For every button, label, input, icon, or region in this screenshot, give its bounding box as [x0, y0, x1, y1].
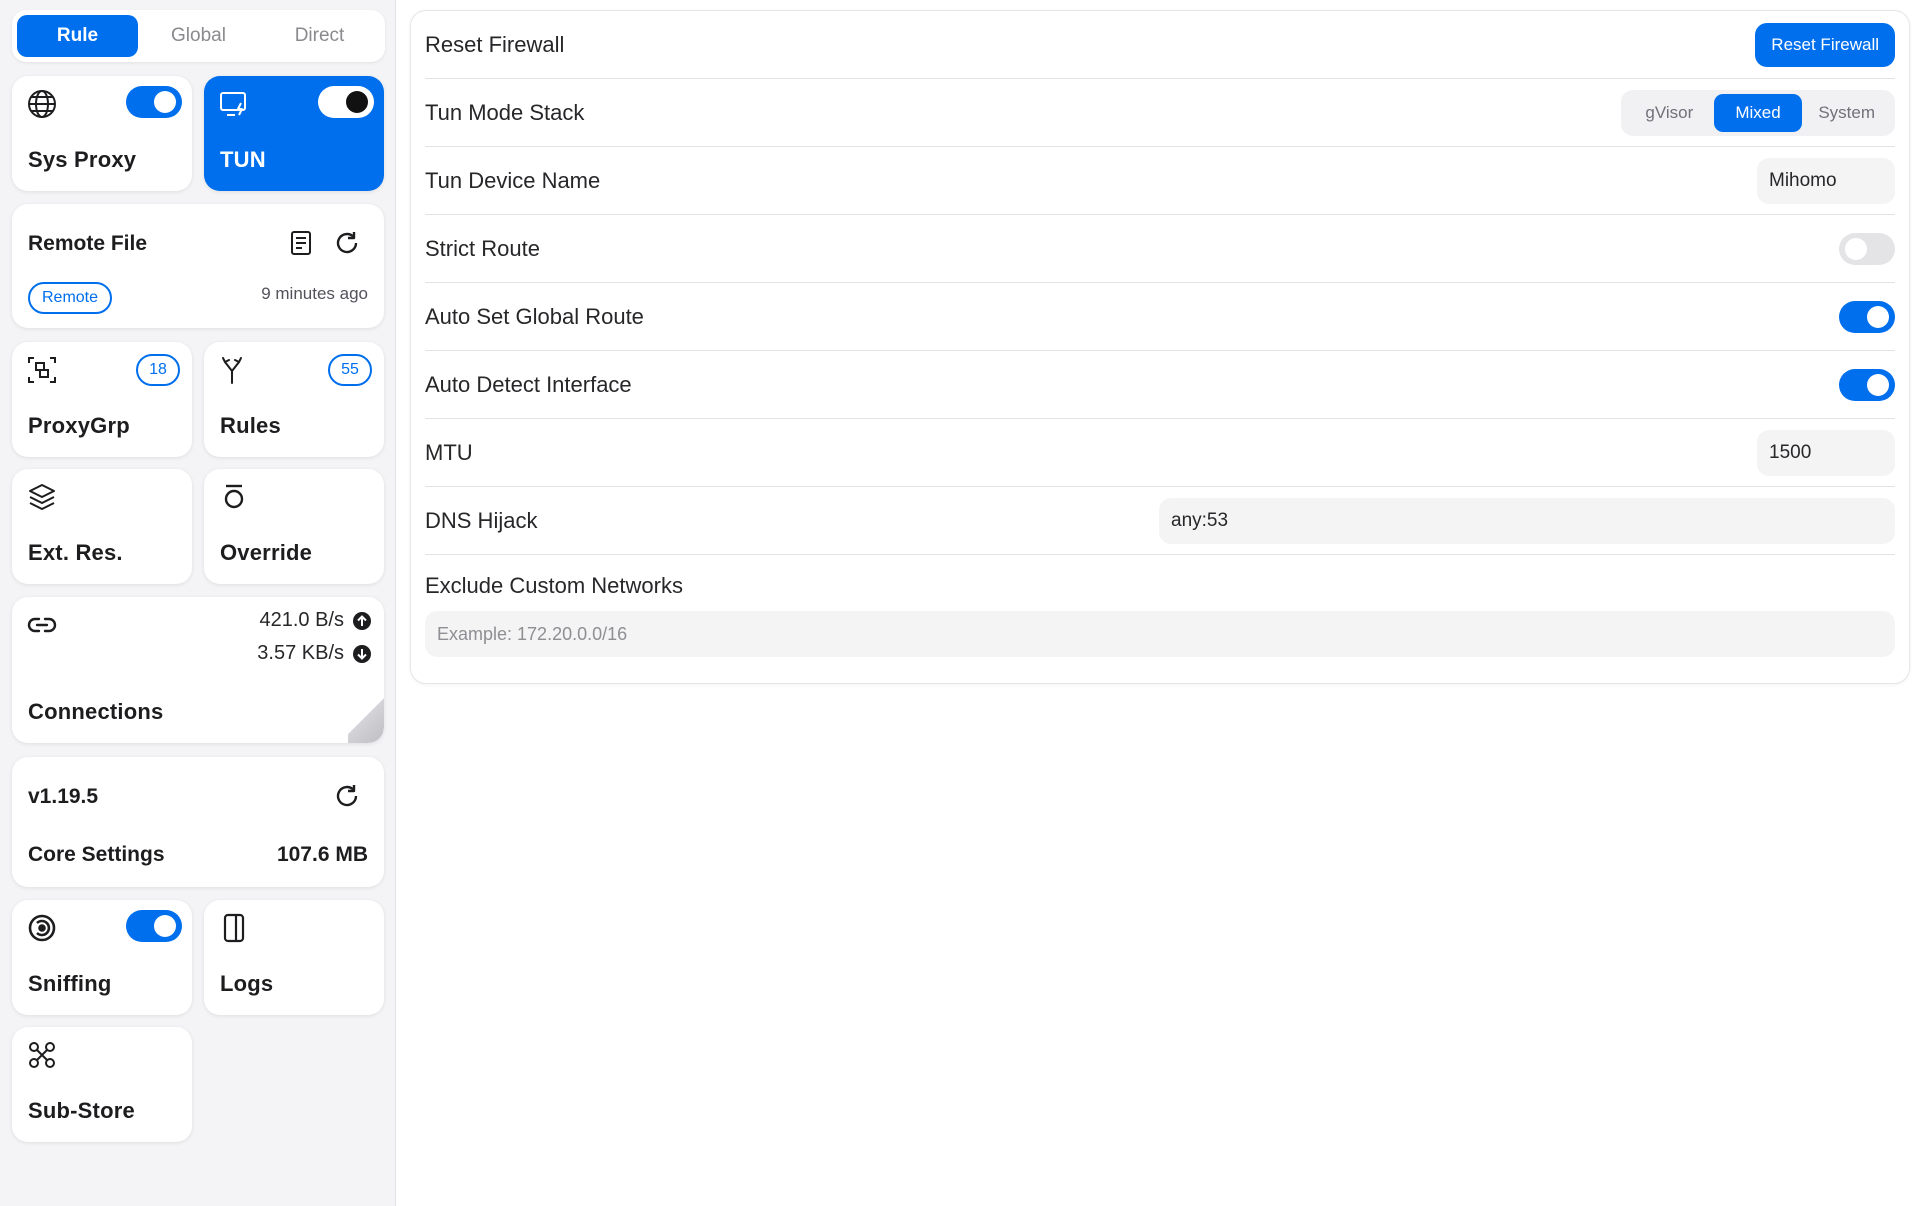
sniffing-title: Sniffing	[28, 971, 112, 996]
logs-title: Logs	[220, 971, 274, 996]
connections-title: Connections	[28, 699, 164, 724]
remote-chip: Remote	[28, 282, 113, 314]
upload-rate-value: 421.0 B/s	[259, 609, 344, 631]
mtu-label: MTU	[425, 439, 473, 465]
auto-detect-label: Auto Detect Interface	[425, 371, 632, 397]
dns-hijack-input[interactable]	[1159, 497, 1895, 544]
device-name-input[interactable]	[1757, 157, 1895, 204]
refresh-icon[interactable]	[332, 781, 362, 811]
panel-icon	[218, 912, 250, 944]
exclude-networks-input[interactable]	[425, 611, 1895, 657]
core-version: v1.19.5	[28, 785, 99, 808]
upload-arrow-icon	[352, 611, 372, 631]
tun-stack-selector: gVisor Mixed System	[1621, 89, 1895, 136]
dns-hijack-label: DNS Hijack	[425, 507, 538, 533]
setting-auto-route: Auto Set Global Route	[425, 283, 1895, 351]
monitor-lightning-icon	[218, 88, 250, 120]
refresh-icon[interactable]	[332, 228, 362, 258]
setting-mtu: MTU	[425, 419, 1895, 487]
document-icon[interactable]	[286, 228, 316, 258]
proxy-group-count: 18	[136, 354, 180, 386]
core-settings-title: Core Settings	[28, 843, 165, 866]
tab-global[interactable]: Global	[138, 15, 259, 57]
core-memory: 107.6 MB	[276, 843, 368, 866]
logs-card[interactable]: Logs	[204, 900, 384, 1015]
sys-proxy-toggle[interactable]	[126, 86, 182, 118]
external-resources-card[interactable]: Ext. Res.	[12, 469, 192, 584]
sys-proxy-title: Sys Proxy	[28, 147, 137, 172]
sidebar: Rule Global Direct Sys Proxy TUN Remote …	[0, 0, 396, 1206]
setting-auto-detect: Auto Detect Interface	[425, 351, 1895, 419]
core-settings-card[interactable]: v1.19.5 Core Settings 107.6 MB	[12, 757, 384, 887]
sys-proxy-card[interactable]: Sys Proxy	[12, 76, 192, 191]
layers-icon	[26, 481, 58, 513]
card-corner-fold	[348, 691, 384, 743]
mtu-input[interactable]	[1757, 429, 1895, 476]
proxy-mode-tabs: Rule Global Direct	[12, 10, 385, 62]
sub-store-title: Sub-Store	[28, 1098, 135, 1123]
rules-title: Rules	[220, 413, 281, 438]
stack-option-gvisor[interactable]: gVisor	[1625, 94, 1714, 132]
override-title: Override	[220, 540, 313, 565]
globe-icon	[26, 88, 58, 120]
remote-file-title: Remote File	[28, 232, 148, 255]
setting-reset-firewall: Reset Firewall Reset Firewall	[425, 11, 1895, 79]
rules-count: 55	[328, 354, 372, 386]
rules-card[interactable]: 55 Rules	[204, 342, 384, 457]
tun-card[interactable]: TUN	[204, 76, 384, 191]
connections-card[interactable]: 421.0 B/s 3.57 KB/s Connections	[12, 597, 384, 743]
reset-firewall-label: Reset Firewall	[425, 31, 565, 57]
sniffing-toggle[interactable]	[126, 910, 182, 942]
exclude-networks-label: Exclude Custom Networks	[425, 573, 683, 598]
branch-icon	[218, 354, 250, 386]
tab-direct[interactable]: Direct	[259, 15, 380, 57]
tun-settings-panel: Reset Firewall Reset Firewall Tun Mode S…	[410, 10, 1910, 684]
external-resources-title: Ext. Res.	[28, 540, 123, 565]
strict-route-label: Strict Route	[425, 235, 540, 261]
proxy-group-card[interactable]: 18 ProxyGrp	[12, 342, 192, 457]
setting-dns-hijack: DNS Hijack	[425, 487, 1895, 555]
tab-rule[interactable]: Rule	[17, 15, 138, 57]
sniffing-card[interactable]: Sniffing	[12, 900, 192, 1015]
upload-rate: 421.0 B/s	[259, 609, 372, 632]
setting-strict-route: Strict Route	[425, 215, 1895, 283]
auto-route-label: Auto Set Global Route	[425, 303, 644, 329]
tun-stack-label: Tun Mode Stack	[425, 99, 585, 125]
override-icon	[218, 481, 250, 513]
stack-option-system[interactable]: System	[1802, 94, 1891, 132]
stack-option-mixed[interactable]: Mixed	[1713, 93, 1803, 132]
download-rate-value: 3.57 KB/s	[257, 642, 344, 664]
strict-route-toggle[interactable]	[1839, 232, 1895, 265]
download-arrow-icon	[352, 644, 372, 664]
remote-file-updated: 9 minutes ago	[261, 284, 368, 303]
remote-file-card[interactable]: Remote File Remote 9 minutes ago	[12, 204, 384, 328]
app-window: Rule Global Direct Sys Proxy TUN Remote …	[0, 0, 1920, 1206]
substore-icon	[26, 1039, 58, 1071]
setting-tun-stack: Tun Mode Stack gVisor Mixed System	[425, 79, 1895, 147]
sub-store-card[interactable]: Sub-Store	[12, 1027, 192, 1142]
device-name-label: Tun Device Name	[425, 167, 601, 193]
sniff-icon	[26, 912, 58, 944]
proxy-group-title: ProxyGrp	[28, 413, 130, 438]
reset-firewall-button[interactable]: Reset Firewall	[1755, 22, 1895, 67]
download-rate: 3.57 KB/s	[257, 642, 372, 665]
override-card[interactable]: Override	[204, 469, 384, 584]
setting-device-name: Tun Device Name	[425, 147, 1895, 215]
group-icon	[26, 354, 58, 386]
tun-toggle[interactable]	[318, 86, 374, 118]
tun-title: TUN	[220, 147, 266, 172]
auto-route-toggle[interactable]	[1839, 300, 1895, 333]
auto-detect-toggle[interactable]	[1839, 368, 1895, 401]
link-icon	[26, 609, 58, 641]
